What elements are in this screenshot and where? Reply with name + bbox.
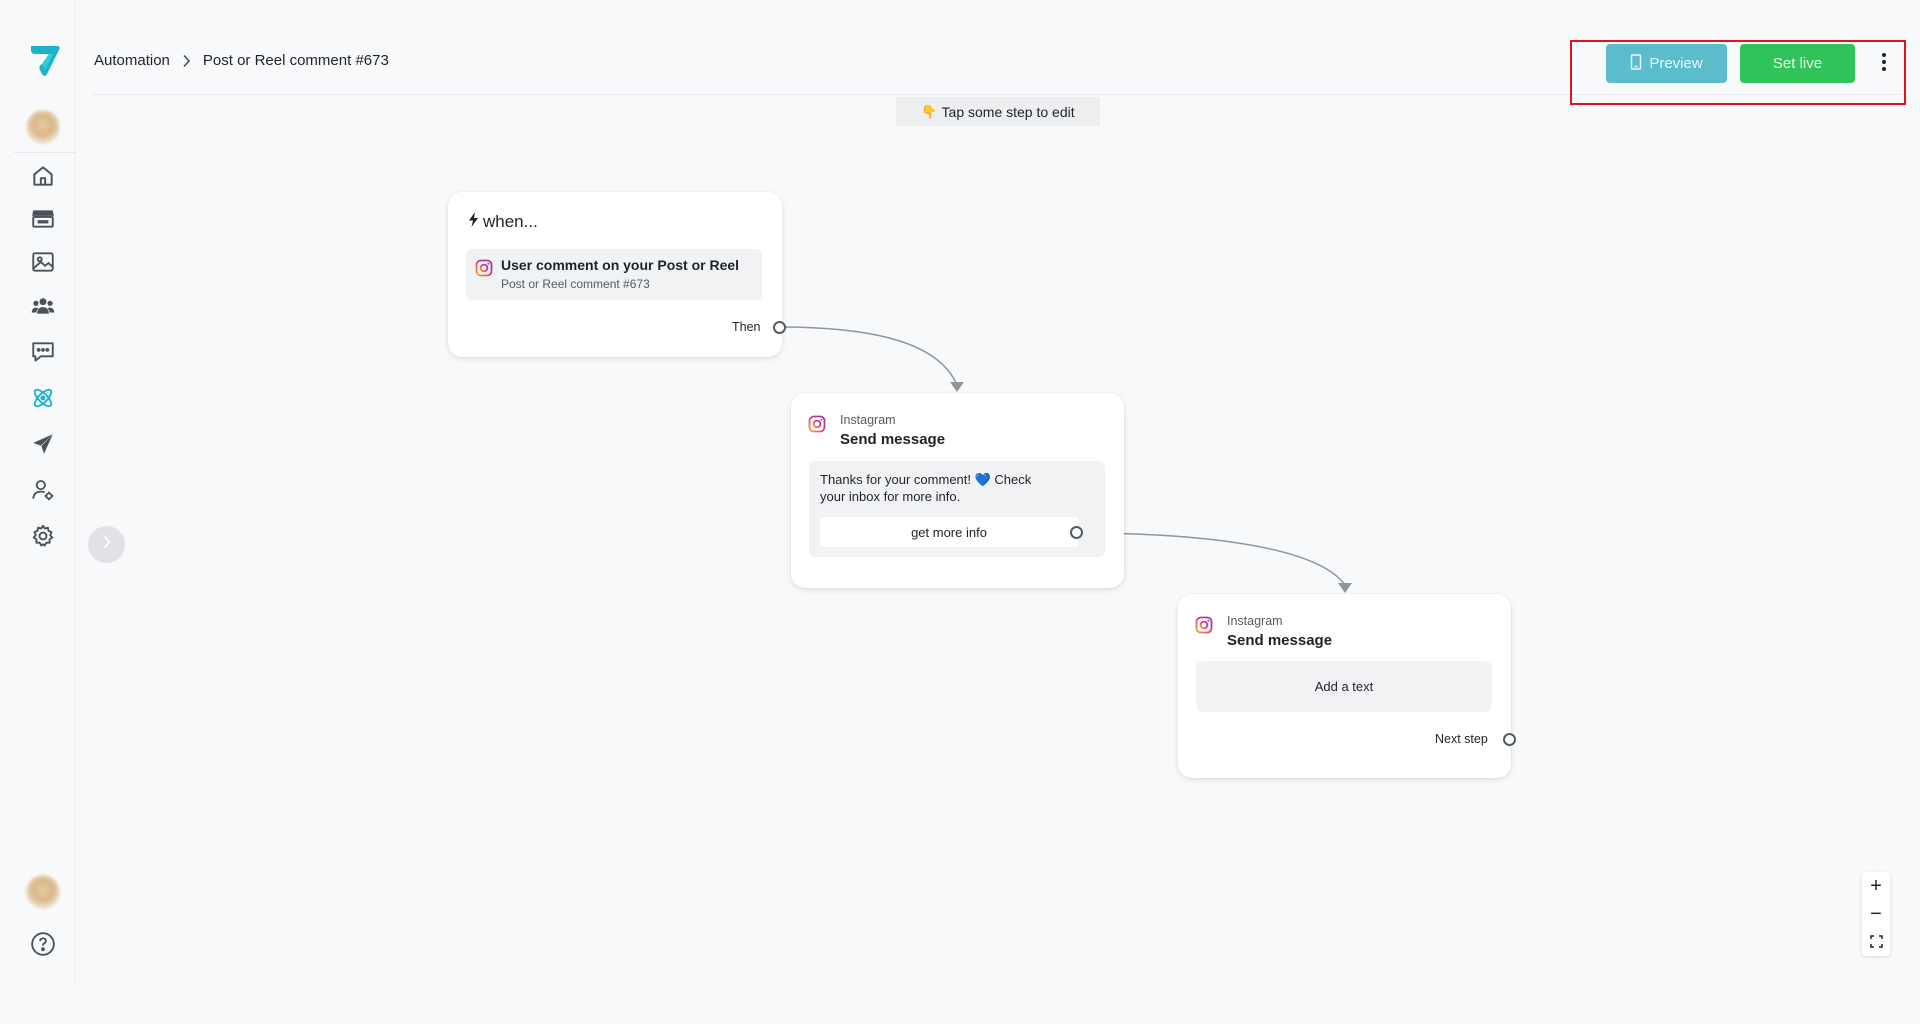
when-heading: when... bbox=[468, 212, 538, 232]
when-label: when... bbox=[483, 212, 538, 231]
page-title: Post or Reel comment #673 bbox=[202, 52, 389, 69]
then-label: Then bbox=[732, 320, 761, 334]
fit-view-button[interactable] bbox=[1862, 928, 1890, 956]
set-live-button[interactable]: Set live bbox=[1740, 44, 1855, 83]
sidebar-item-home[interactable] bbox=[28, 163, 58, 193]
help-button[interactable] bbox=[28, 931, 58, 961]
arrow-head-2 bbox=[1338, 583, 1352, 593]
more-options-button[interactable] bbox=[1872, 49, 1896, 79]
step-title: Send message bbox=[840, 431, 946, 448]
fit-screen-icon bbox=[1869, 931, 1883, 954]
sidebar-item-team[interactable] bbox=[28, 477, 58, 507]
sidebar-item-media[interactable] bbox=[28, 249, 58, 279]
brand-logo[interactable] bbox=[23, 40, 63, 80]
lightning-icon bbox=[468, 212, 479, 232]
zoom-out-button[interactable]: − bbox=[1862, 900, 1890, 928]
send-icon bbox=[30, 431, 56, 462]
next-step-port[interactable] bbox=[1503, 733, 1516, 746]
sidebar bbox=[14, 0, 76, 984]
message-text: Thanks for your comment! 💙 Check your in… bbox=[820, 472, 1032, 504]
home-icon bbox=[30, 163, 56, 194]
kebab-menu-icon bbox=[1881, 52, 1887, 77]
chevron-right-icon bbox=[182, 54, 191, 68]
step-platform-label: Instagram bbox=[840, 413, 896, 427]
step-title: Send message bbox=[1227, 632, 1333, 649]
preview-label: Preview bbox=[1649, 55, 1703, 72]
sidebar-item-automation[interactable] bbox=[28, 385, 58, 415]
chevron-right-icon bbox=[102, 534, 112, 555]
step-platform-label: Instagram bbox=[1227, 614, 1283, 628]
send-message-step-2[interactable]: Instagram Send message Add a text Next s… bbox=[1178, 594, 1516, 778]
store-icon bbox=[30, 205, 56, 236]
sidebar-item-contacts[interactable] bbox=[28, 293, 58, 323]
user-settings-icon bbox=[30, 477, 56, 508]
instagram-icon bbox=[474, 258, 494, 278]
instagram-icon bbox=[807, 414, 827, 434]
trigger-event[interactable]: User comment on your Post or Reel Post o… bbox=[466, 249, 762, 300]
zoom-in-button[interactable]: + bbox=[1862, 872, 1890, 900]
expand-sidebar-button[interactable] bbox=[88, 526, 125, 563]
message-quick-button[interactable]: get more info bbox=[820, 517, 1078, 547]
phone-icon bbox=[1630, 53, 1642, 74]
then-port[interactable] bbox=[773, 321, 786, 334]
message-content[interactable]: Thanks for your comment! 💙 Check your in… bbox=[809, 461, 1105, 557]
add-text-button[interactable]: Add a text bbox=[1196, 661, 1492, 712]
gear-icon bbox=[30, 523, 56, 554]
hint-text: Tap some step to edit bbox=[941, 103, 1075, 120]
sidebar-item-broadcast[interactable] bbox=[28, 431, 58, 461]
button-port[interactable] bbox=[1070, 526, 1083, 539]
breadcrumb-automation[interactable]: Automation bbox=[94, 52, 170, 69]
sidebar-item-settings[interactable] bbox=[28, 523, 58, 553]
edit-hint: 👇 Tap some step to edit bbox=[896, 97, 1100, 126]
help-icon bbox=[30, 931, 56, 962]
preview-button[interactable]: Preview bbox=[1606, 44, 1727, 83]
trigger-event-subtitle: Post or Reel comment #673 bbox=[501, 277, 650, 291]
connector-then bbox=[779, 326, 958, 386]
instagram-icon bbox=[1194, 615, 1214, 635]
send-message-step-1[interactable]: Instagram Send message Thanks for your c… bbox=[791, 393, 1124, 588]
user-avatar[interactable] bbox=[26, 875, 60, 909]
sidebar-divider bbox=[14, 152, 75, 153]
breadcrumb: Automation Post or Reel comment #673 bbox=[94, 52, 389, 69]
trigger-event-title: User comment on your Post or Reel bbox=[501, 257, 740, 273]
pointing-down-icon: 👇 bbox=[921, 103, 938, 119]
atom-icon bbox=[30, 385, 56, 416]
image-icon bbox=[30, 249, 56, 280]
automation-editor: Automation Post or Reel comment #673 Pre… bbox=[0, 0, 1920, 1024]
next-step-label: Next step bbox=[1435, 732, 1488, 746]
workspace-avatar[interactable] bbox=[26, 110, 60, 144]
trigger-card[interactable]: when... User comment on your Post or Ree… bbox=[448, 192, 786, 357]
zoom-controls: + − bbox=[1862, 872, 1890, 956]
sidebar-item-store[interactable] bbox=[28, 205, 58, 235]
sidebar-item-inbox[interactable] bbox=[28, 339, 58, 369]
arrow-head-1 bbox=[950, 382, 964, 392]
users-icon bbox=[30, 293, 56, 324]
chat-icon bbox=[30, 339, 56, 370]
